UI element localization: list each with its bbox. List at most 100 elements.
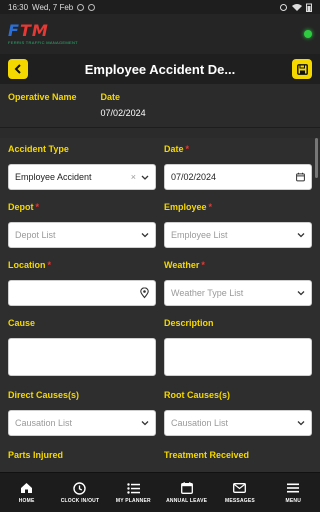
accident-type-select[interactable]: Employee Accident × bbox=[8, 164, 156, 190]
nav-annual-leave[interactable]: ANNUAL LEAVE bbox=[161, 481, 213, 504]
status-bar: 16:30 Wed, 7 Feb bbox=[0, 0, 320, 14]
accident-type-value: Employee Accident bbox=[15, 172, 92, 182]
calendar-icon bbox=[180, 482, 193, 494]
date-field: Date * 07/02/2024 bbox=[164, 144, 312, 190]
brand-bar: FTM FERRIS TRAFFIC MANAGEMENT bbox=[0, 14, 320, 54]
employee-select[interactable]: Employee List bbox=[164, 222, 312, 248]
nav-home[interactable]: HOME bbox=[1, 481, 53, 504]
weather-label: Weather * bbox=[164, 260, 205, 270]
location-input[interactable] bbox=[8, 280, 156, 306]
form-row: Parts Injured Treatment Received bbox=[0, 450, 320, 470]
chevron-down-icon bbox=[297, 233, 305, 238]
online-status-indicator bbox=[304, 30, 312, 38]
page-title: Employee Accident De... bbox=[84, 61, 236, 77]
calendar-icon[interactable] bbox=[296, 172, 305, 182]
status-time: 16:30 bbox=[8, 2, 29, 12]
clear-icon[interactable]: × bbox=[131, 172, 136, 182]
employee-placeholder: Employee List bbox=[171, 230, 228, 240]
required-marker: * bbox=[208, 202, 213, 212]
root-causes-select[interactable]: Causation List bbox=[164, 410, 312, 436]
battery-icon bbox=[306, 3, 312, 12]
date-input[interactable]: 07/02/2024 bbox=[164, 164, 312, 190]
depot-field: Depot * Depot List bbox=[8, 202, 156, 248]
accident-form: Accident Type Employee Accident × Date * … bbox=[0, 138, 320, 472]
location-pin-icon[interactable] bbox=[140, 287, 149, 299]
form-row: Depot * Depot List Employee * Employee Lis… bbox=[0, 202, 320, 248]
hamburger-menu-icon bbox=[287, 483, 300, 493]
bottom-nav: HOME CLOCK IN/OUT MY PLANNER ANNUAL LEAV… bbox=[0, 472, 320, 512]
alarm-icon bbox=[280, 4, 287, 11]
date-info: Date 07/02/2024 bbox=[101, 92, 146, 127]
back-button[interactable] bbox=[8, 59, 28, 79]
weather-select[interactable]: Weather Type List bbox=[164, 280, 312, 306]
accident-type-field: Accident Type Employee Accident × bbox=[8, 144, 156, 190]
form-row: Location * Weather * Weather Type List bbox=[0, 260, 320, 306]
root-causes-placeholder: Causation List bbox=[171, 418, 229, 428]
location-field: Location * bbox=[8, 260, 156, 306]
cause-textarea[interactable] bbox=[8, 338, 156, 376]
accident-type-label: Accident Type bbox=[8, 144, 69, 154]
home-icon bbox=[21, 483, 33, 493]
cause-field: Cause bbox=[8, 318, 156, 376]
form-row: Cause Description bbox=[0, 318, 320, 376]
status-date: Wed, 7 Feb bbox=[32, 2, 74, 12]
chevron-down-icon bbox=[141, 233, 149, 238]
employee-field: Employee * Employee List bbox=[164, 202, 312, 248]
description-label: Description bbox=[164, 318, 214, 328]
required-marker: * bbox=[201, 260, 205, 270]
required-marker: * bbox=[185, 144, 190, 154]
parts-injured-label: Parts Injured bbox=[8, 450, 64, 460]
root-causes-field: Root Causes(s) Causation List bbox=[164, 390, 312, 436]
info-date-value: 07/02/2024 bbox=[100, 108, 146, 118]
info-date-label: Date bbox=[100, 92, 121, 102]
info-strip: Operative Name Date 07/02/2024 bbox=[0, 84, 320, 128]
clock-icon bbox=[73, 481, 87, 495]
date-label: Date * bbox=[164, 144, 190, 154]
settings-icon bbox=[88, 3, 96, 11]
save-icon bbox=[296, 63, 308, 75]
required-marker: * bbox=[35, 202, 40, 212]
depot-label: Depot * bbox=[8, 202, 40, 212]
ftm-logo: FTM FERRIS TRAFFIC MANAGEMENT bbox=[8, 21, 78, 46]
nav-planner-label: MY PLANNER bbox=[115, 498, 151, 504]
depot-placeholder: Depot List bbox=[15, 230, 56, 240]
date-value: 07/02/2024 bbox=[171, 172, 217, 182]
wifi-icon bbox=[292, 4, 302, 11]
operative-name-label: Operative Name bbox=[8, 92, 77, 102]
cause-label: Cause bbox=[8, 318, 36, 328]
notification-icon bbox=[77, 3, 85, 11]
direct-causes-select[interactable]: Causation List bbox=[8, 410, 156, 436]
nav-menu[interactable]: MENU bbox=[267, 481, 319, 504]
form-row: Accident Type Employee Accident × Date * … bbox=[0, 144, 320, 190]
weather-field: Weather * Weather Type List bbox=[164, 260, 312, 306]
direct-causes-label: Direct Causes(s) bbox=[8, 390, 80, 400]
logo-f: F bbox=[8, 21, 20, 40]
root-causes-label: Root Causes(s) bbox=[164, 390, 231, 400]
parts-injured-field: Parts Injured bbox=[8, 450, 156, 470]
chevron-down-icon bbox=[141, 175, 149, 180]
required-marker: * bbox=[47, 260, 52, 270]
location-label: Location * bbox=[8, 260, 52, 270]
chevron-left-icon bbox=[14, 64, 21, 74]
direct-causes-placeholder: Causation List bbox=[15, 418, 73, 428]
form-row: Direct Causes(s) Causation List Root Cau… bbox=[0, 390, 320, 436]
nav-menu-label: MENU bbox=[285, 498, 302, 504]
weather-placeholder: Weather Type List bbox=[171, 288, 244, 298]
list-icon bbox=[127, 482, 140, 494]
logo-tm: TM bbox=[19, 21, 49, 40]
chevron-down-icon bbox=[141, 421, 149, 426]
nav-messages[interactable]: MESSAGES bbox=[214, 481, 266, 504]
nav-planner[interactable]: MY PLANNER bbox=[107, 481, 159, 504]
nav-clock[interactable]: CLOCK IN/OUT bbox=[54, 481, 106, 504]
title-bar: Employee Accident De... bbox=[0, 54, 320, 84]
depot-select[interactable]: Depot List bbox=[8, 222, 156, 248]
nav-annual-leave-label: ANNUAL LEAVE bbox=[166, 498, 208, 504]
nav-clock-label: CLOCK IN/OUT bbox=[60, 498, 100, 504]
scrollbar[interactable] bbox=[315, 138, 318, 178]
envelope-icon bbox=[233, 483, 247, 493]
description-textarea[interactable] bbox=[164, 338, 312, 376]
logo-tagline: FERRIS TRAFFIC MANAGEMENT bbox=[8, 40, 78, 45]
direct-causes-field: Direct Causes(s) Causation List bbox=[8, 390, 156, 436]
save-button[interactable] bbox=[292, 59, 312, 79]
nav-home-label: HOME bbox=[18, 498, 35, 504]
